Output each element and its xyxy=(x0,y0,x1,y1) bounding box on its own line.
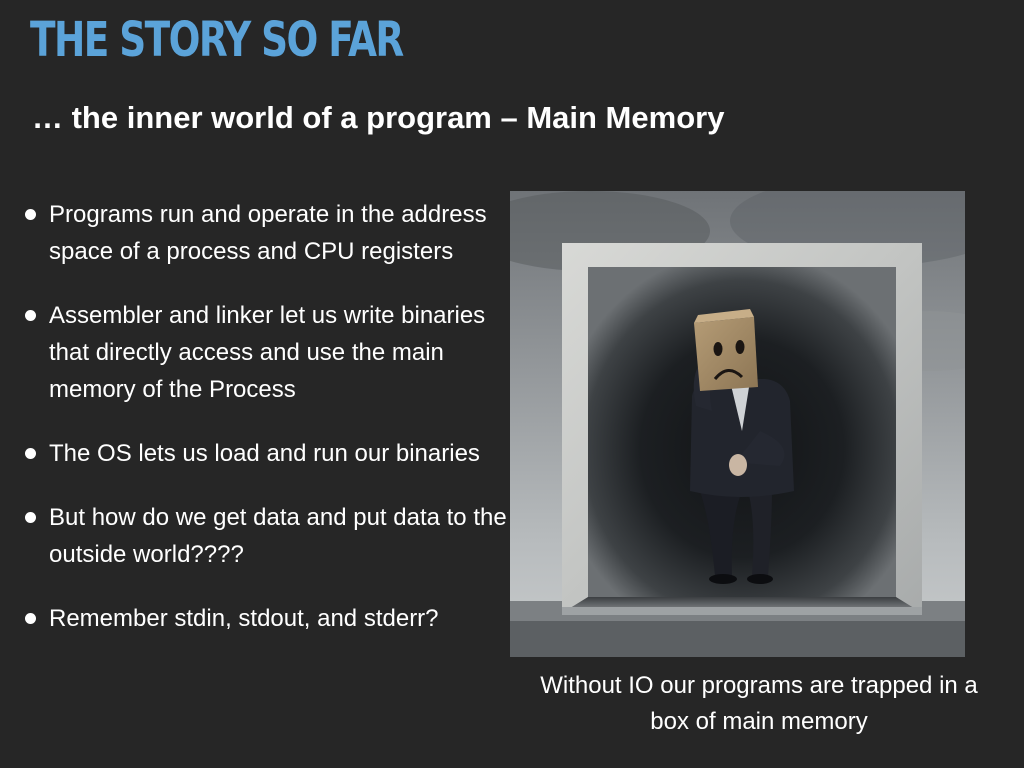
bullet-dot-icon xyxy=(25,512,36,523)
bullet-dot-icon xyxy=(25,310,36,321)
slide-title: THE STORY SO FAR xyxy=(30,12,404,68)
bullet-text: The OS lets us load and run our binaries xyxy=(49,440,480,467)
slide: THE STORY SO FAR … the inner world of a … xyxy=(0,0,1024,768)
figure-caption: Without IO our programs are trapped in a… xyxy=(540,672,978,735)
box-figure-image xyxy=(510,191,965,657)
slide-subtitle: … the inner world of a program – Main Me… xyxy=(32,100,725,135)
bullet-list: Programs run and operate in the address … xyxy=(22,196,522,664)
bullet-item: But how do we get data and put data to t… xyxy=(22,499,522,573)
bullet-text: Programs run and operate in the address … xyxy=(49,201,487,265)
bullet-dot-icon xyxy=(25,613,36,624)
bullet-text: But how do we get data and put data to t… xyxy=(49,504,507,568)
bullet-item: Remember stdin, stdout, and stderr? xyxy=(22,600,522,637)
bullet-item: Assembler and linker let us write binari… xyxy=(22,297,522,408)
bullet-dot-icon xyxy=(25,209,36,220)
bullet-dot-icon xyxy=(25,448,36,459)
bullet-item: Programs run and operate in the address … xyxy=(22,196,522,270)
bullet-item: The OS lets us load and run our binaries xyxy=(22,435,522,472)
bullet-text: Remember stdin, stdout, and stderr? xyxy=(49,605,439,632)
bullet-text: Assembler and linker let us write binari… xyxy=(49,302,486,403)
